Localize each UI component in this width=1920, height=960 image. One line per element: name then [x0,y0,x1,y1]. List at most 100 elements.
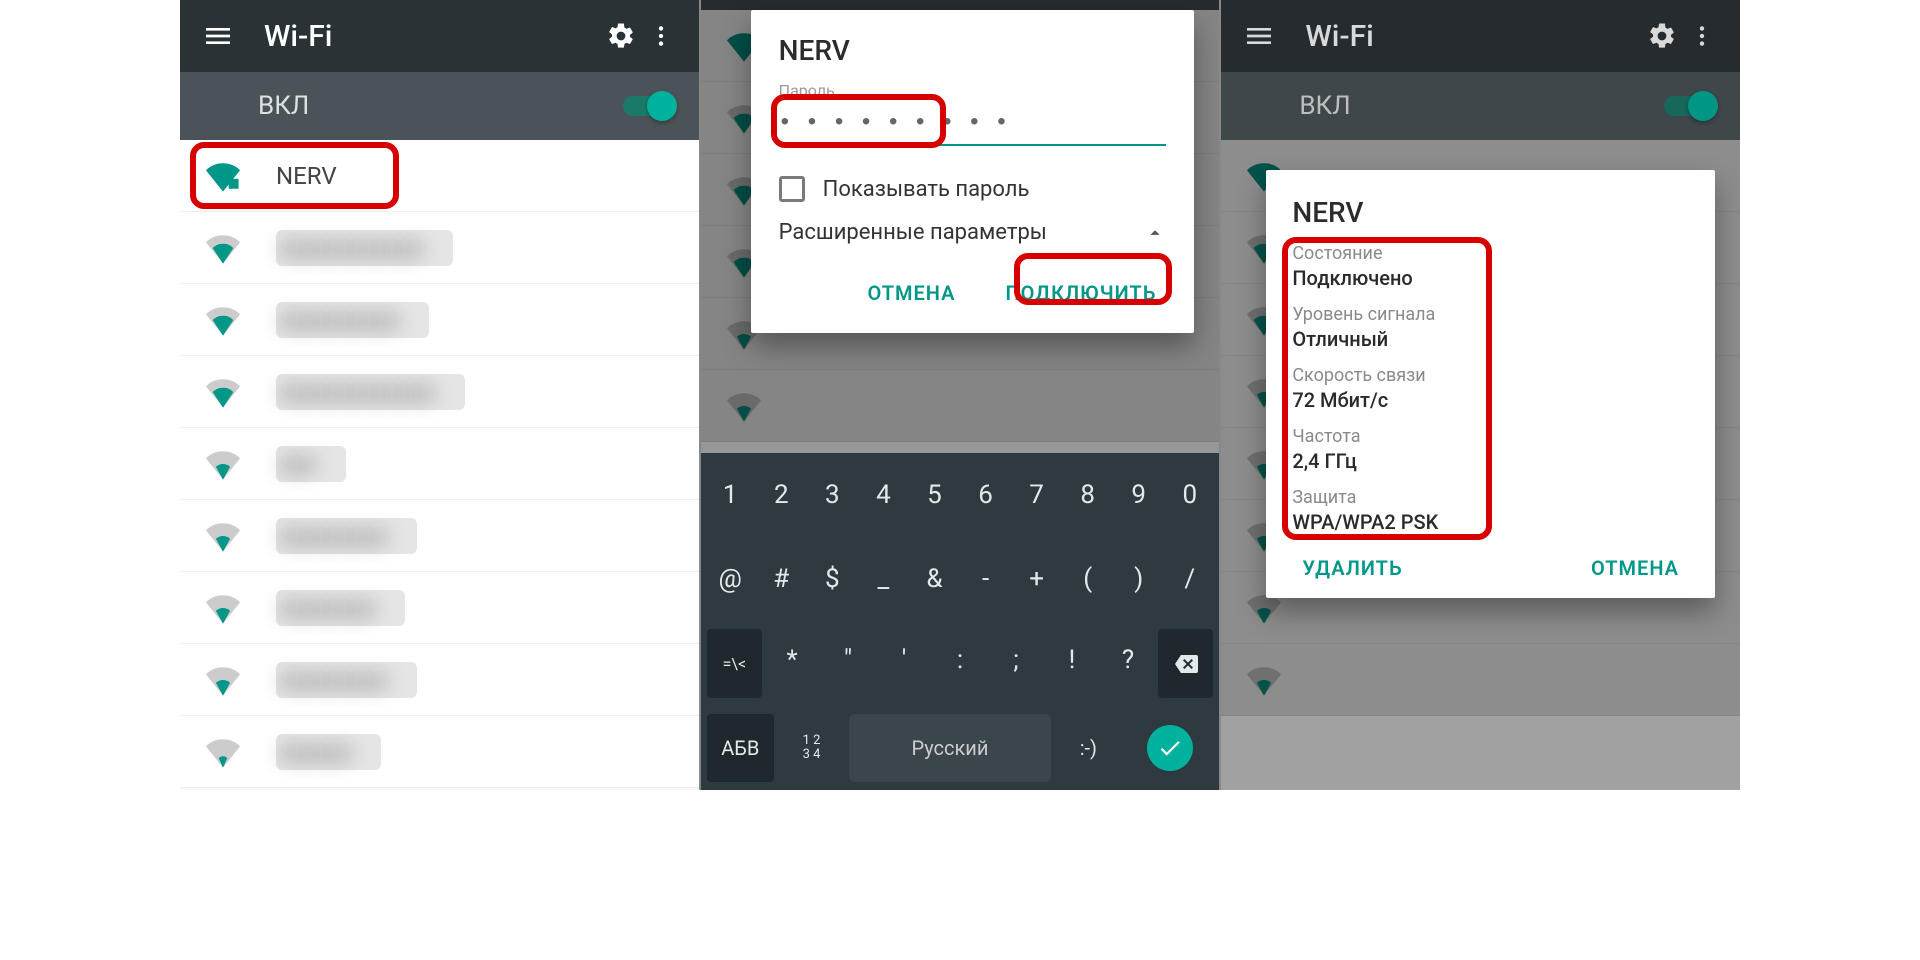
panel-info-dialog: Wi-Fi ВКЛ NERV СостояниеПодк [1221,0,1740,790]
wifi-toggle-label: ВКЛ [258,91,623,121]
wifi-network-item[interactable]: xxxxxxxxx [180,500,699,572]
wifi-toggle-switch[interactable] [623,96,671,116]
panel-connect-dialog: NERV Пароль Показывать пароль Расширенны… [701,0,1222,790]
gear-icon[interactable] [1642,16,1682,56]
key-+[interactable]: + [1013,545,1060,614]
key-#[interactable]: # [758,545,805,614]
wifi-signal-icon [206,447,240,481]
connect-button[interactable]: ПОДКЛЮЧИТЬ [995,273,1166,313]
hamburger-icon[interactable] [1239,16,1279,56]
key-abc[interactable]: АБВ [707,714,774,783]
key-9[interactable]: 9 [1115,461,1162,530]
info-label: Уровень сигнала [1292,304,1689,325]
connect-dialog: NERV Пароль Показывать пароль Расширенны… [751,10,1195,333]
wifi-network-name-hidden: xxxxxxxxx [276,518,417,554]
key-5[interactable]: 5 [911,461,958,530]
key-8[interactable]: 8 [1064,461,1111,530]
hamburger-icon[interactable] [198,16,238,56]
wifi-network-name: NERV [276,162,337,190]
wifi-network-item[interactable]: xxxxxxxx [180,572,699,644]
show-password-label: Показывать пароль [823,177,1030,202]
wifi-network-name-hidden: xxxxxx [276,734,381,770]
wifi-network-item[interactable]: xxxxxx [180,716,699,788]
password-input[interactable] [779,100,1167,146]
forget-button[interactable]: УДАЛИТЬ [1292,548,1412,588]
soft-keyboard: 1234567890 @#$_&-+()/ =\< *"':;!? АБВ 1 … [701,453,1220,790]
info-value: 2,4 ГГц [1292,449,1689,473]
wifi-toggle-row: ВКЛ [180,72,699,140]
key-([interactable]: ( [1064,545,1111,614]
key-shift[interactable]: =\< [707,629,762,698]
info-label: Состояние [1292,243,1689,264]
wifi-toggle-switch[interactable] [1664,96,1712,116]
info-value: Подключено [1292,266,1689,290]
dialog-title: NERV [1292,196,1689,229]
key--[interactable]: - [962,545,1009,614]
key-3[interactable]: 3 [809,461,856,530]
wifi-toggle-label: ВКЛ [1299,91,1664,121]
key-0[interactable]: 0 [1166,461,1213,530]
key-'[interactable]: ' [878,629,930,691]
info-row: ЗащитаWPA/WPA2 PSK [1292,487,1689,534]
advanced-options-row[interactable]: Расширенные параметры [779,220,1167,245]
wifi-signal-strong-secure-icon [206,159,240,193]
key-![interactable]: ! [1046,629,1098,691]
wifi-network-name-hidden: xxxxxxxxx [276,662,417,698]
key-emoji[interactable]: :-) [1055,714,1122,783]
wifi-signal-icon [206,591,240,625]
key-"[interactable]: " [822,629,874,691]
key-:[interactable]: : [934,629,986,691]
overflow-icon[interactable] [1682,16,1722,56]
page-title: Wi-Fi [264,19,601,54]
cancel-button[interactable]: ОТМЕНА [857,273,965,313]
wifi-signal-icon [206,303,240,337]
wifi-network-item[interactable]: NERV [180,140,699,212]
wifi-network-list: NERV xxxxxxxxxxxx xxxxxxxxxx xxxxxxxxxxx… [180,140,699,788]
key-@[interactable]: @ [707,545,754,614]
key-&[interactable]: & [911,545,958,614]
key-;[interactable]: ; [990,629,1042,691]
overflow-icon[interactable] [641,16,681,56]
wifi-network-item[interactable]: xxxxxxxxxx [180,284,699,356]
password-label: Пароль [779,81,1167,100]
wifi-signal-icon [206,375,240,409]
key-1[interactable]: 1 [707,461,754,530]
wifi-network-name-hidden: xxxxxxxxxx [276,302,429,338]
key-backspace[interactable] [1158,629,1213,698]
key-2[interactable]: 2 [758,461,805,530]
info-row: СостояниеПодключено [1292,243,1689,290]
info-row: Частота2,4 ГГц [1292,426,1689,473]
key-7[interactable]: 7 [1013,461,1060,530]
key-?[interactable]: ? [1102,629,1154,691]
wifi-signal-icon [206,231,240,265]
key-sub[interactable]: 1 2 3 4 [778,714,845,783]
wifi-network-item[interactable]: xxxxxxxxx [180,644,699,716]
info-label: Скорость связи [1292,365,1689,386]
key-$[interactable]: $ [809,545,856,614]
key-space[interactable]: Русский [849,714,1051,783]
dialog-title: NERV [779,34,1167,67]
wifi-network-name-hidden: xxx [276,446,346,482]
chevron-up-icon [1144,222,1166,244]
key-/[interactable]: / [1166,545,1213,614]
wifi-network-item[interactable]: xxxxxxxxxxxx [180,212,699,284]
key-4[interactable]: 4 [860,461,907,530]
wifi-signal-icon [206,735,240,769]
wifi-network-item[interactable]: xxx [180,428,699,500]
info-label: Защита [1292,487,1689,508]
key-*[interactable]: * [766,629,818,691]
show-password-checkbox[interactable] [779,176,805,202]
wifi-toggle-row: ВКЛ [1221,72,1740,140]
wifi-signal-icon [206,519,240,553]
info-value: Отличный [1292,327,1689,351]
key-6[interactable]: 6 [962,461,1009,530]
cancel-button[interactable]: ОТМЕНА [1581,548,1689,588]
info-value: WPA/WPA2 PSK [1292,510,1689,534]
wifi-network-item[interactable]: xxxxxxxxxxxxx [180,356,699,428]
key-enter[interactable] [1126,714,1213,783]
key-_[interactable]: _ [860,545,907,614]
wifi-signal-icon [206,663,240,697]
key-)[interactable]: ) [1115,545,1162,614]
info-row: Уровень сигналаОтличный [1292,304,1689,351]
gear-icon[interactable] [601,16,641,56]
